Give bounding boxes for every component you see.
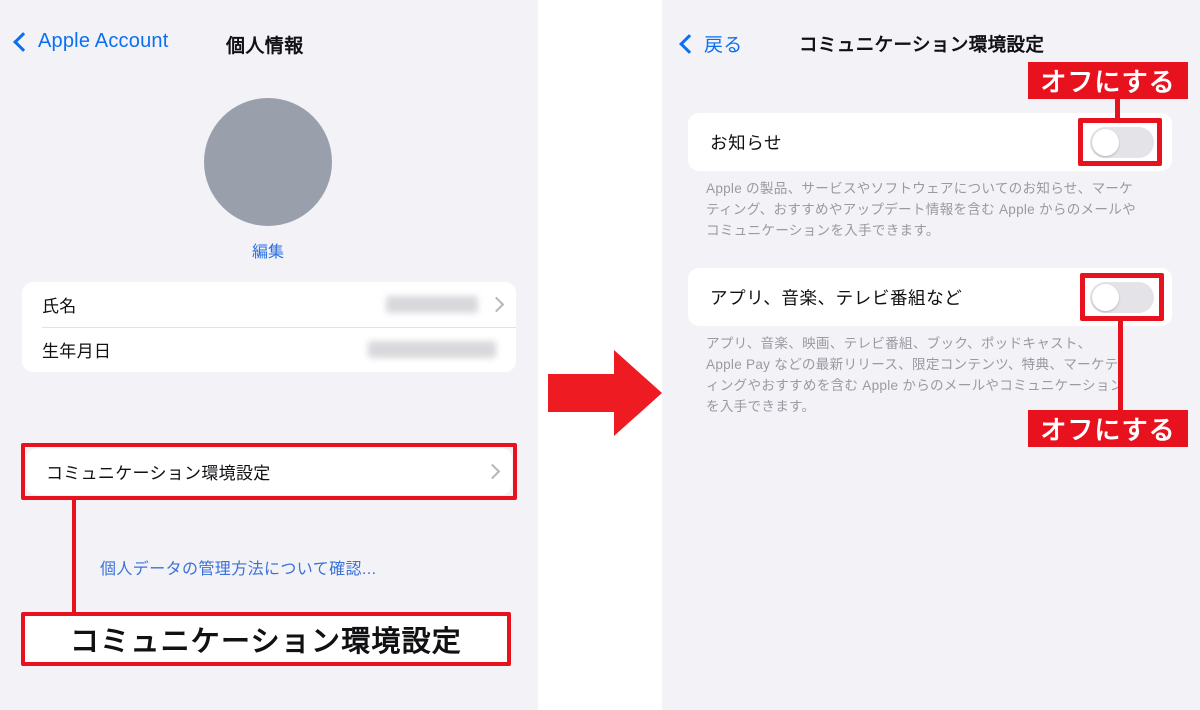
arrow-right-icon	[548, 350, 662, 436]
left-navigation-bar: Apple Account 個人情報	[0, 0, 538, 80]
toggle-apps-music-tv[interactable]	[1090, 282, 1154, 313]
page-title: コミュニケーション環境設定	[799, 34, 1045, 55]
avatar[interactable]	[204, 98, 332, 226]
toggle-knob	[1092, 284, 1119, 311]
chevron-left-icon	[13, 31, 33, 52]
left-phone-screen: Apple Account 個人情報 編集 氏名 生年月日 コミュニケーション環…	[0, 0, 538, 710]
chevron-right-icon	[484, 463, 501, 480]
callout-connector-line-top	[1115, 98, 1120, 122]
row-communication-preferences[interactable]: コミュニケーション環境設定	[26, 448, 512, 495]
flow-arrow-right	[548, 350, 662, 436]
row-label-notifications: お知らせ	[710, 132, 783, 153]
chevron-right-icon	[488, 296, 505, 313]
back-button-label: Apple Account	[38, 30, 169, 52]
communication-preferences-card: コミュニケーション環境設定	[26, 448, 512, 495]
annotation-badge-turn-off-top: オフにする	[1028, 62, 1188, 99]
annotation-badge-turn-off-bottom: オフにする	[1028, 410, 1188, 447]
annotation-blue-note: 個人データの管理方法について確認...	[100, 561, 377, 578]
callout-connector-line	[72, 500, 76, 612]
edit-avatar-link[interactable]: 編集	[204, 238, 332, 262]
chevron-left-icon	[679, 33, 699, 54]
row-label-birthdate: 生年月日	[42, 342, 112, 361]
row-full-name[interactable]: 氏名	[22, 282, 516, 327]
back-button[interactable]: 戻る	[679, 30, 743, 57]
redacted-birthdate-value	[368, 341, 496, 358]
notifications-setting-card: お知らせ	[688, 113, 1172, 171]
callout-connector-line-bottom	[1118, 318, 1123, 410]
row-label-full-name: 氏名	[42, 297, 77, 316]
annotation-caption: コミュニケーション環境設定	[69, 626, 463, 658]
description-notifications: Apple の製品、サービスやソフトウェアについてのお知らせ、マーケティング、お…	[706, 181, 1136, 238]
redacted-full-name-value	[386, 296, 478, 313]
row-label-apps-music-tv: アプリ、音楽、テレビ番組など	[710, 287, 963, 308]
row-apps-music-tv[interactable]: アプリ、音楽、テレビ番組など	[688, 268, 1172, 326]
back-button-apple-account[interactable]: Apple Account	[13, 30, 169, 53]
identity-card: 氏名 生年月日	[22, 282, 516, 372]
row-birthdate[interactable]: 生年月日	[22, 327, 516, 372]
page-title: 個人情報	[226, 36, 304, 57]
row-label-communication-preferences: コミュニケーション環境設定	[46, 464, 271, 483]
toggle-notifications[interactable]	[1090, 127, 1154, 158]
description-apps-music-tv: アプリ、音楽、映画、テレビ番組、ブック、ポッドキャスト、Apple Pay など…	[706, 336, 1124, 414]
screenshot-root: Apple Account 個人情報 編集 氏名 生年月日 コミュニケーション環…	[0, 0, 1200, 710]
toggle-knob	[1092, 129, 1119, 156]
apps-music-tv-setting-card: アプリ、音楽、テレビ番組など	[688, 268, 1172, 326]
row-notifications[interactable]: お知らせ	[688, 113, 1172, 171]
back-button-label: 戻る	[704, 35, 743, 56]
